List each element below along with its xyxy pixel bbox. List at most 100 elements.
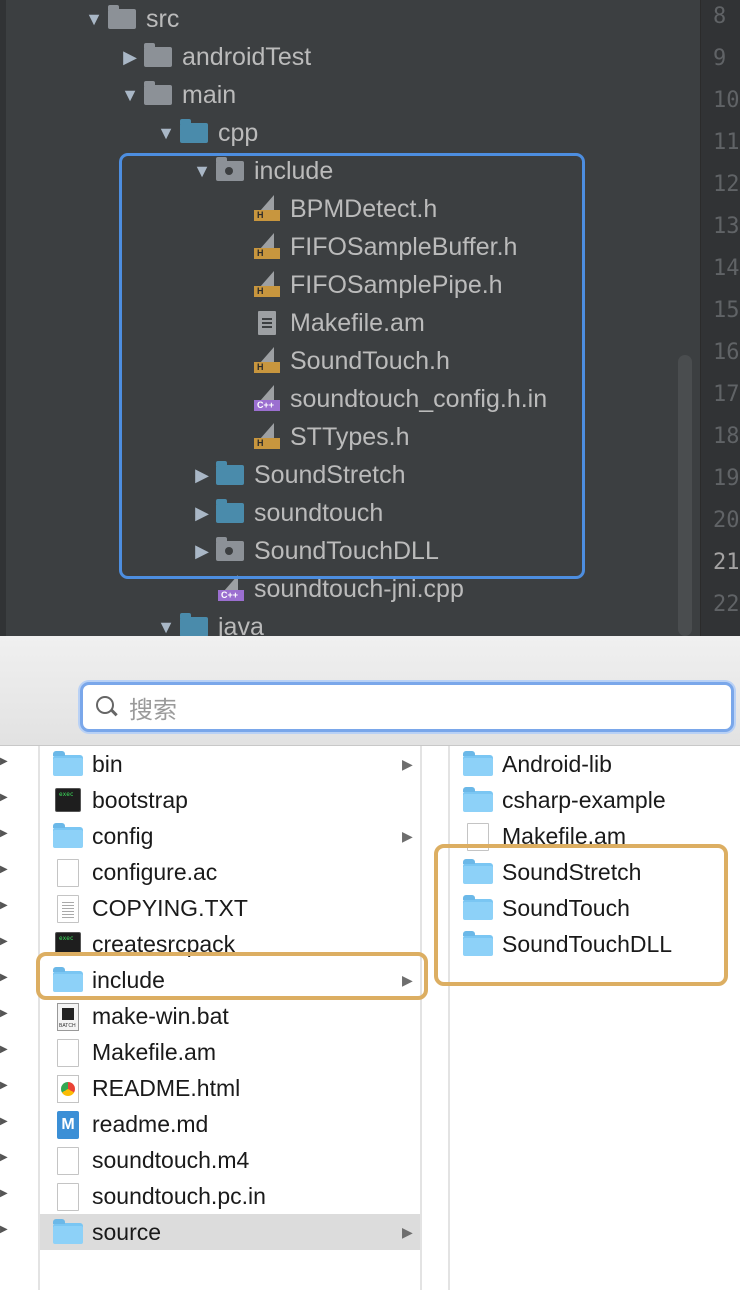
folder-icon <box>52 750 84 778</box>
finder-file-row[interactable]: bootstrap <box>40 782 420 818</box>
tree-item[interactable]: include <box>188 152 333 190</box>
finder-item-label: Makefile.am <box>502 822 626 849</box>
tree-item[interactable]: H FIFOSamplePipe.h <box>224 266 503 304</box>
ide-project-panel: srcandroidTest main cpp include H BPMDetect.h… <box>0 0 740 636</box>
header-file-icon: H <box>252 347 282 373</box>
finder-folder-row[interactable]: SoundStretch <box>450 854 740 890</box>
folder-icon <box>462 894 494 922</box>
folder-blue-icon <box>180 119 210 145</box>
tree-item[interactable]: H SoundTouch.h <box>224 342 450 380</box>
expanded-arrow-icon[interactable] <box>152 123 180 144</box>
chrome-html-icon <box>52 1074 84 1103</box>
finder-folder-row[interactable]: bin ▶ <box>40 746 420 782</box>
chevron-right-icon: ▶ <box>0 1224 8 1235</box>
tree-item[interactable]: androidTest <box>116 38 311 76</box>
folder-dot-icon <box>216 157 246 183</box>
document-icon <box>52 1038 84 1067</box>
finder-folder-row[interactable]: Android-lib <box>450 746 740 782</box>
column-divider[interactable] <box>420 746 422 1290</box>
folder-gray-icon <box>144 81 174 107</box>
line-number: 8 <box>713 4 727 29</box>
chevron-right-icon: ▶ <box>0 900 8 911</box>
finder-item-label: soundtouch.m4 <box>92 1146 250 1173</box>
line-number: 17 <box>713 382 740 407</box>
finder-folder-row[interactable]: source ▶ <box>40 1214 420 1250</box>
finder-item-label: configure.ac <box>92 858 218 885</box>
cpp-file-icon: C++ <box>216 575 246 601</box>
finder-file-row[interactable]: Makefile.am <box>450 818 740 854</box>
finder-file-row[interactable]: COPYING.TXT <box>40 890 420 926</box>
collapsed-arrow-icon[interactable] <box>188 541 216 562</box>
tree-item[interactable]: H BPMDetect.h <box>224 190 437 228</box>
chevron-right-icon: ▶ <box>402 827 413 844</box>
finder-folder-row[interactable]: csharp-example <box>450 782 740 818</box>
line-number: 21 <box>713 550 740 575</box>
collapsed-arrow-icon[interactable] <box>188 503 216 524</box>
tree-scrollbar[interactable] <box>678 355 692 636</box>
finder-item-label: SoundTouch <box>502 894 630 921</box>
tree-item-label: SoundStretch <box>254 461 406 489</box>
tree-item-label: SoundTouch.h <box>290 347 450 375</box>
finder-file-row[interactable]: createsrcpack <box>40 926 420 962</box>
finder-item-label: include <box>92 966 165 993</box>
expanded-arrow-icon[interactable] <box>152 617 180 637</box>
finder-item-label: SoundStretch <box>502 858 642 885</box>
tree-item[interactable]: Makefile.am <box>224 304 425 342</box>
collapsed-arrow-icon[interactable] <box>116 47 144 68</box>
finder-file-row[interactable]: make-win.bat <box>40 998 420 1034</box>
folder-icon <box>52 1218 84 1246</box>
header-file-icon: H <box>252 233 282 259</box>
header-file-icon: H <box>252 195 282 221</box>
executable-icon <box>52 786 84 814</box>
document-icon <box>52 858 84 887</box>
finder-folder-row[interactable]: config ▶ <box>40 818 420 854</box>
expanded-arrow-icon[interactable] <box>188 161 216 182</box>
tree-item[interactable]: C++ soundtouch_config.h.in <box>224 380 547 418</box>
finder-folder-row[interactable]: SoundTouchDLL <box>450 926 740 962</box>
expanded-arrow-icon[interactable] <box>116 85 144 106</box>
search-field[interactable]: 搜索 <box>80 682 734 732</box>
tree-item[interactable]: soundtouch <box>188 494 383 532</box>
finder-folder-row[interactable]: include ▶ <box>40 962 420 998</box>
tree-item[interactable]: H FIFOSampleBuffer.h <box>224 228 517 266</box>
collapsed-arrow-icon[interactable] <box>188 465 216 486</box>
tree-item[interactable]: cpp <box>152 114 258 152</box>
line-number: 13 <box>713 214 740 239</box>
line-number: 14 <box>713 256 740 281</box>
finder-file-row[interactable]: Mreadme.md <box>40 1106 420 1142</box>
tree-item[interactable]: H STTypes.h <box>224 418 410 456</box>
tree-item-label: androidTest <box>182 43 312 71</box>
line-number: 18 <box>713 424 740 449</box>
folder-icon <box>52 822 84 850</box>
cpp-file-icon: C++ <box>252 385 282 411</box>
expanded-arrow-icon[interactable] <box>80 9 108 30</box>
search-icon <box>95 695 119 719</box>
finder-item-label: source <box>92 1218 162 1245</box>
tree-item-label: java <box>218 613 264 636</box>
tree-item[interactable]: java <box>152 608 264 636</box>
document-icon <box>462 822 494 851</box>
finder-folder-row[interactable]: SoundTouch <box>450 890 740 926</box>
tree-item[interactable]: main <box>116 76 236 114</box>
finder-file-row[interactable]: configure.ac <box>40 854 420 890</box>
tree-item[interactable]: SoundTouchDLL <box>188 532 439 570</box>
tree-item[interactable]: SoundStretch <box>188 456 406 494</box>
tree-item[interactable]: src <box>80 0 179 38</box>
header-file-icon: H <box>252 423 282 449</box>
folder-blue-icon <box>180 613 210 636</box>
finder-file-row[interactable]: soundtouch.m4 <box>40 1142 420 1178</box>
tree-item[interactable]: C++ soundtouch-jni.cpp <box>188 570 464 608</box>
folder-blue-icon <box>216 461 246 487</box>
chevron-right-icon: ▶ <box>0 1188 8 1199</box>
line-number: 9 <box>713 46 727 71</box>
tree-item-label: STTypes.h <box>290 423 410 451</box>
chevron-right-icon: ▶ <box>0 972 8 983</box>
finder-file-row[interactable]: Makefile.am <box>40 1034 420 1070</box>
folder-gray-icon <box>144 43 174 69</box>
executable-icon <box>52 930 84 958</box>
finder-file-row[interactable]: README.html <box>40 1070 420 1106</box>
finder-item-label: make-win.bat <box>92 1002 229 1029</box>
tree-item-label: soundtouch_config.h.in <box>290 385 548 413</box>
finder-file-row[interactable]: soundtouch.pc.in <box>40 1178 420 1214</box>
finder-item-label: bootstrap <box>92 786 188 813</box>
